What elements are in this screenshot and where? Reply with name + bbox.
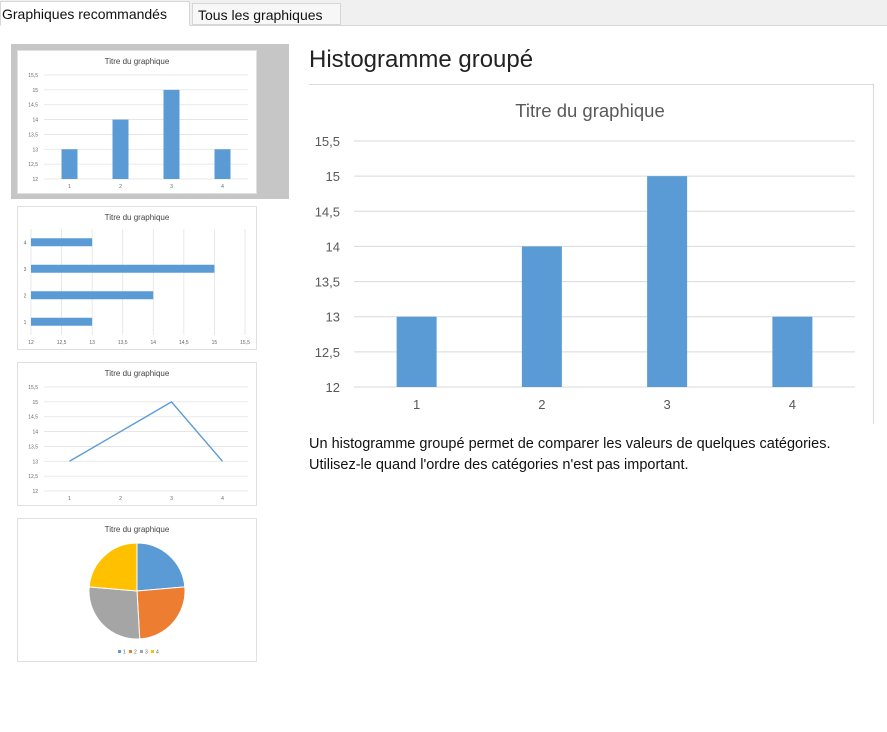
y-tick-label: 13,5 [28,444,38,450]
y-tick-label: 12,5 [28,162,38,168]
legend-label: 4 [156,650,159,656]
x-tick-label: 2 [119,496,122,502]
pie-slice [136,586,186,640]
x-tick-label: 14 [151,340,157,346]
y-tick-label: 15 [32,88,38,94]
legend-swatch [129,650,132,653]
bar [31,264,215,273]
y-tick-label: 12 [326,380,340,395]
y-tick-label: 1 [24,320,27,326]
y-tick-label: 14,5 [28,103,38,109]
x-tick-label: 4 [789,397,796,412]
preview-chart-frame: Titre du graphique 12 12,5 13 13,5 14 14,5 15 15… [309,84,874,424]
x-tick-label: 2 [538,397,545,412]
y-tick-label: 4 [24,240,27,246]
x-tick-label: 4 [221,184,224,190]
legend-swatch [151,650,154,653]
y-tick-label: 12 [32,489,38,495]
y-tick-label: 15,5 [28,73,38,79]
x-tick-label: 12 [28,340,34,346]
bar [31,317,93,326]
bar [214,149,231,179]
thumbnail-clustered-bar[interactable]: Titre du graphique 12 12,5 13 13,5 14 14,5 15 1… [17,206,257,350]
preview-chart: Titre du graphique1212,51313,51414,51515… [315,100,855,412]
preview-heading: Histogramme groupé [309,46,534,73]
x-tick-label: 1 [68,496,71,502]
x-tick-label: 12,5 [57,340,67,346]
tab-bar: Graphiques recommandés Tous les graphiqu… [0,0,887,26]
bar [396,316,437,387]
y-tick-label: 12 [32,177,38,183]
y-tick-label: 3 [24,267,27,273]
x-tick-label: 14,5 [179,340,189,346]
thumbnail-chart: 1212,51313,51414,51515,51234 [28,385,248,502]
x-tick-label: 3 [170,496,173,502]
legend-label: 2 [134,650,137,656]
bar [61,149,78,179]
x-tick-label: 15,5 [240,340,250,346]
legend-label: 3 [145,650,148,656]
x-tick-label: 13,5 [118,340,128,346]
chart-title: Titre du graphique [515,100,664,121]
x-tick-label: 3 [170,184,173,190]
y-tick-label: 15,5 [315,134,340,149]
bar [647,176,688,387]
y-tick-label: 13,5 [315,275,340,290]
legend-swatch [140,650,143,653]
thumbnail-clustered-column[interactable]: Titre du graphique 12 12,5 13 13,5 14 14,5 15 1… [17,50,257,194]
preview-description: Un histogramme groupé permet de comparer… [309,434,879,476]
y-tick-label: 15 [326,169,340,184]
bar [31,238,93,247]
thumbnail-chart: 1212,51313,51414,51515,51234 [24,229,250,346]
bar [112,119,129,179]
y-tick-label: 14 [32,430,38,436]
y-tick-label: 14,5 [28,415,38,421]
y-tick-label: 14,5 [315,204,340,219]
x-tick-label: 3 [664,397,671,412]
bar [521,246,562,387]
y-tick-label: 13 [32,459,38,465]
bar [772,316,813,387]
legend-swatch [118,650,121,653]
tab-all-charts[interactable]: Tous les graphiques [192,3,341,25]
pie-slice [88,586,141,640]
thumbnail-chart: 1212,51313,51414,51515,51234 [28,73,248,190]
bar [31,291,154,300]
x-tick-label: 2 [119,184,122,190]
pie-slice [136,542,186,592]
description-line: Un histogramme groupé permet de comparer… [309,436,831,452]
bar [163,89,180,179]
y-tick-label: 15 [32,400,38,406]
legend-label: 1 [123,650,126,656]
y-tick-label: 12,5 [28,474,38,480]
y-tick-label: 13,5 [28,132,38,138]
y-tick-label: 13 [326,310,340,325]
x-tick-label: 4 [221,496,224,502]
thumbnail-pie[interactable]: Titre du graphique 1234 [17,518,257,662]
x-tick-label: 15 [212,340,218,346]
y-tick-label: 14 [326,239,340,254]
y-tick-label: 2 [24,293,27,299]
description-line: Utilisez-le quand l'ordre des catégories… [309,457,689,473]
x-tick-label: 13 [89,340,95,346]
y-tick-label: 14 [32,118,38,124]
y-tick-label: 15,5 [28,385,38,391]
thumbnail-line[interactable]: Titre du graphique 12 12,5 13 13,5 14 14,5 15 1… [17,362,257,506]
x-tick-label: 1 [68,184,71,190]
tab-recommended-charts[interactable]: Graphiques recommandés [0,1,190,26]
thumbnail-chart: 1 2 3 4 [88,542,186,656]
y-tick-label: 13 [32,147,38,153]
x-tick-label: 1 [413,397,420,412]
y-tick-label: 12,5 [315,345,340,360]
pie-slice [88,542,138,592]
